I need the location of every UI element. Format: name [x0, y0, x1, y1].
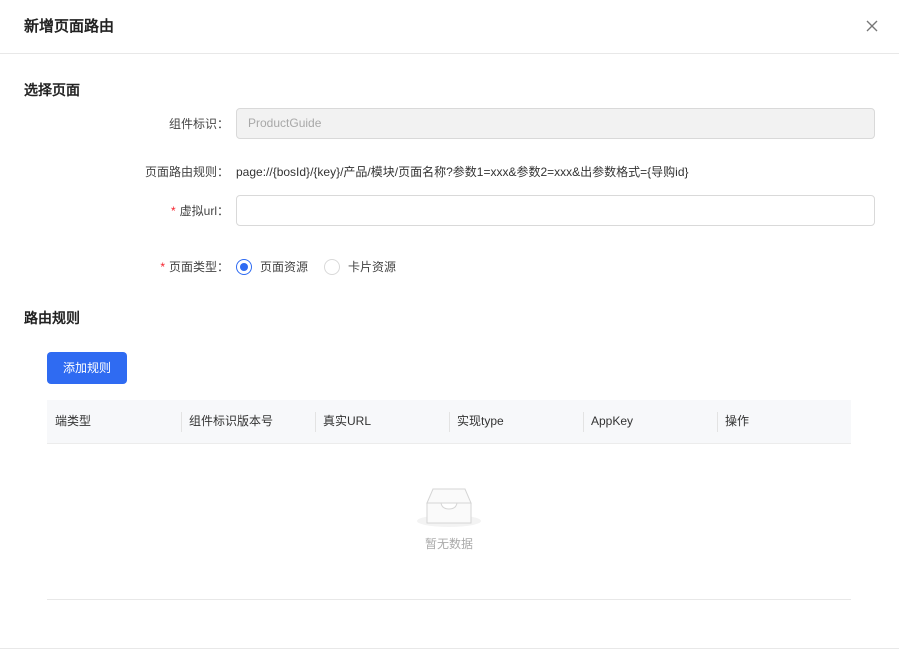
radio-checked-icon [236, 259, 252, 275]
column-header: 组件标识版本号 [181, 400, 315, 444]
virtual-url-label: * 虚拟url： [171, 203, 229, 219]
column-header: 操作 [717, 400, 851, 444]
column-header-text: 操作 [725, 414, 750, 428]
radio-unchecked-icon [324, 259, 340, 275]
section-title-route-rules: 路由规则 [24, 310, 80, 326]
column-header: 端类型 [55, 414, 92, 428]
section-title-select-page: 选择页面 [24, 82, 80, 98]
dialog-title: 新增页面路由 [24, 18, 115, 35]
table-header: 端类型 组件标识版本号 真实URL 实现type AppKey 操作 [47, 400, 851, 444]
column-divider [717, 412, 718, 432]
column-header-text: AppKey [591, 414, 634, 428]
route-rule-label: 页面路由规则： [144, 165, 229, 179]
empty-state: 暂无数据 [417, 485, 481, 551]
route-rule-text: page://{bosId}/{key}/产品/模块/页面名称?参数1=xxx&… [236, 165, 689, 179]
column-header: 实现type [449, 400, 583, 444]
empty-text: 暂无数据 [424, 537, 473, 551]
column-header-text: 组件标识版本号 [189, 414, 274, 428]
column-header: 真实URL [315, 400, 449, 444]
radio-label: 页面资源 [260, 260, 309, 274]
route-rules-table: 端类型 组件标识版本号 真实URL 实现type AppKey 操作 暂无数据 [47, 400, 851, 600]
empty-inbox-icon [417, 488, 481, 527]
required-mark: * [160, 260, 165, 274]
column-header: AppKey [583, 400, 717, 444]
radio-label: 卡片资源 [348, 260, 397, 274]
virtual-url-label-text: 虚拟url： [179, 204, 229, 218]
dialog-header: 新增页面路由 [0, 0, 899, 54]
column-divider [181, 412, 182, 432]
radio-card-resource[interactable]: 卡片资源 [324, 258, 404, 276]
column-header-text: 真实URL [323, 414, 372, 428]
add-rule-button[interactable]: 添加规则 [47, 352, 127, 384]
page-type-label-text: 页面类型： [168, 260, 229, 274]
radio-page-resource[interactable]: 页面资源 [236, 258, 316, 276]
page-type-label: * 页面类型： [160, 259, 229, 275]
column-header-text: 实现type [457, 414, 504, 428]
column-divider [583, 412, 584, 432]
column-divider [315, 412, 316, 432]
column-divider [449, 412, 450, 432]
component-id-label: 组件标识： [168, 117, 229, 131]
component-id-field: ProductGuide [236, 108, 875, 139]
close-icon[interactable] [862, 16, 882, 36]
required-mark: * [170, 204, 176, 218]
add-page-route-dialog: 新增页面路由 选择页面 组件标识： ProductGuide 页面路由规则： p… [0, 0, 899, 654]
virtual-url-input[interactable] [236, 195, 875, 226]
footer-divider [0, 648, 899, 649]
